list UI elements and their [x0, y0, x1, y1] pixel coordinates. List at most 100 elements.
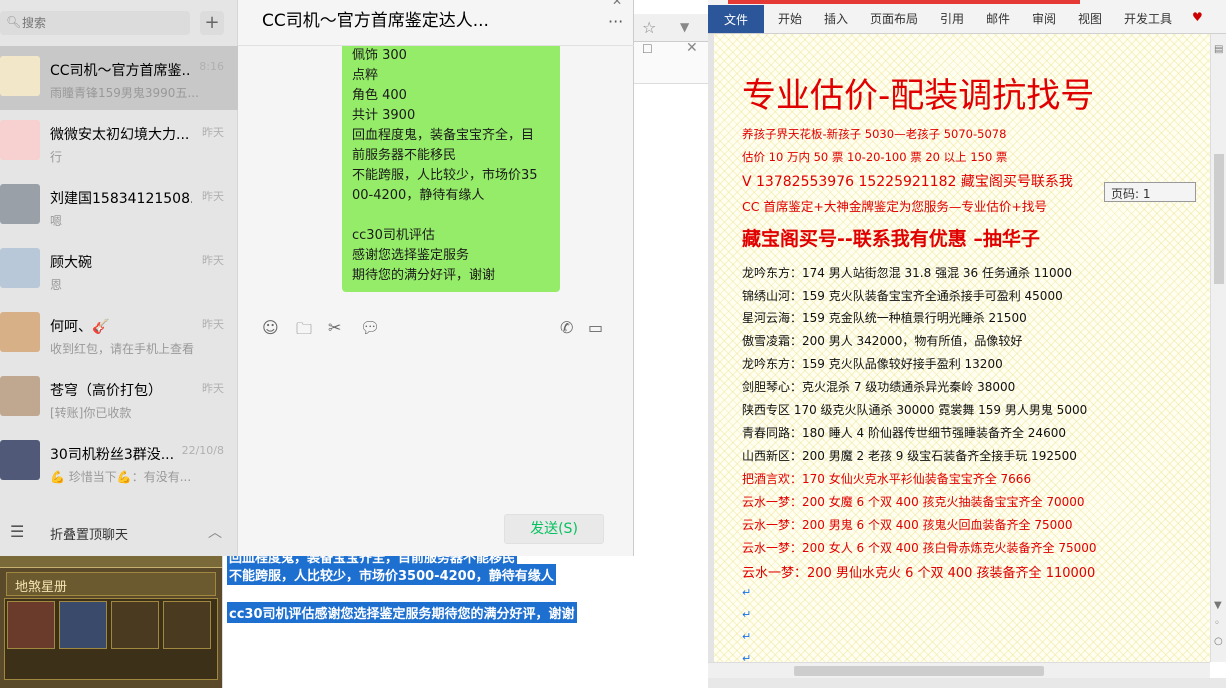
doc-line: 剑胆琴心：克火混杀 7 级功绩通杀异光秦岭 38000: [742, 380, 1016, 394]
horizontal-scrollbar[interactable]: [708, 662, 1210, 678]
conversation-item[interactable]: CC司机～官方首席鉴... 雨瞳青锋159男鬼3990五... 8:16: [0, 46, 238, 110]
conversation-item[interactable]: 顾大碗 恩 昨天: [0, 238, 238, 302]
tab-mailings[interactable]: 邮件: [986, 10, 1010, 27]
message-bubble[interactable]: 佩饰 300 点粹 角色 400 共计 3900 回血程度鬼，装备宝宝齐全，目 …: [342, 46, 560, 292]
avatar: [0, 56, 40, 96]
conversation-preview: 嗯: [50, 214, 63, 228]
phone-icon[interactable]: ✆: [560, 318, 573, 337]
conversation-name: 顾大碗: [50, 255, 92, 271]
message-line: 感谢您选择鉴定服务: [352, 248, 470, 263]
conversation-time: 8:16: [199, 60, 224, 73]
tab-developer[interactable]: 开发工具: [1124, 10, 1172, 27]
doc-line: 把酒言欢：170 女仙火克水平衫仙装备宝宝齐全 7666: [742, 472, 1032, 486]
doc-line: 锦绣山河：159 克火队装备宝宝齐全通杀接手可盈利 45000: [742, 289, 1063, 303]
doc-line: 陕西专区 170 级克火队通杀 30000 霓裳舞 159 男人男鬼 5000: [742, 403, 1088, 417]
conversation-item[interactable]: 30司机粉丝3群没... 💪 珍惜当下💪：有没有... 22/10/8: [0, 430, 238, 494]
avatar: [0, 440, 40, 480]
doc-line: 云水一梦：200 男仙水克火 6 个双 400 孩装备齐全 110000: [742, 566, 1096, 581]
tab-view[interactable]: 视图: [1078, 10, 1102, 27]
heart-icon[interactable]: ♥: [1192, 10, 1203, 24]
folder-icon[interactable]: 🗀: [296, 318, 312, 345]
message-line: 期待您的满分好评，谢谢: [352, 268, 496, 283]
conversation-time: 昨天: [202, 126, 224, 139]
scroll-thumb[interactable]: [794, 666, 1044, 676]
chat-icon[interactable]: 💬︎: [360, 318, 380, 337]
maximize-icon[interactable]: ☐: [642, 42, 653, 56]
close-icon[interactable]: ✕: [686, 40, 698, 56]
paragraph-mark: ↵: [742, 586, 752, 599]
message-line: 前服务器不能移民: [352, 148, 457, 163]
browse-object-icon[interactable]: ○: [1214, 636, 1223, 647]
star-icon[interactable]: ☆: [642, 18, 656, 37]
conversation-name: 苍穹（高价打包）: [50, 383, 162, 399]
game-slot-grid: [4, 598, 218, 680]
message-line: 角色 400: [352, 88, 407, 103]
chat-title: CC司机～官方首席鉴定达人...: [262, 11, 489, 31]
document-page[interactable]: 专业估价-配装调抗找号 养孩子界天花板-新孩子 5030—老孩子 5070-50…: [714, 34, 1210, 665]
background-game-panel: 地煞星册: [0, 540, 222, 688]
browser-titlebar: ☐ ✕: [634, 40, 708, 84]
doc-line: V 13782553976 15225921182 藏宝阁买号联系我: [742, 174, 1073, 190]
more-icon[interactable]: ···: [608, 12, 623, 31]
tab-page-layout[interactable]: 页面布局: [870, 10, 918, 27]
conversation-time: 昨天: [202, 254, 224, 267]
dropdown-icon[interactable]: ▼: [680, 20, 689, 34]
video-icon[interactable]: ▭: [588, 318, 603, 337]
doc-line: 云水一梦：200 男鬼 6 个双 400 孩鬼火回血装备齐全 75000: [742, 518, 1073, 532]
doc-line: 云水一梦：200 女人 6 个双 400 孩白骨赤炼克火装备齐全 75000: [742, 541, 1097, 555]
scroll-down-icon[interactable]: ▼: [1214, 600, 1222, 611]
conversation-item[interactable]: 微微安太初幻境大力... 行 昨天: [0, 110, 238, 174]
conversation-name: 何呵、🎸: [50, 319, 110, 335]
doc-line: 估价 10 万内 50 票 10-20-100 票 20 以上 150 票: [742, 150, 1008, 164]
conversation-item[interactable]: 苍穹（高价打包） [转账]你已收款 昨天: [0, 366, 238, 430]
conversation-preview: 行: [50, 150, 63, 164]
tab-file[interactable]: 文件: [708, 5, 765, 33]
conversation-item[interactable]: 何呵、🎸 收到红包，请在手机上查看 昨天: [0, 302, 238, 366]
search-input[interactable]: [22, 13, 182, 33]
doc-heading: 藏宝阁买号--联系我有优惠 –抽华子: [742, 228, 1040, 250]
prev-page-icon[interactable]: ◦: [1214, 618, 1220, 629]
close-icon[interactable]: ✕: [612, 0, 622, 8]
doc-line: 青春同路：180 睡人 4 阶仙器传世细节强睡装备齐全 24600: [742, 426, 1066, 440]
fold-label: 折叠置顶聊天: [50, 528, 129, 543]
vertical-scrollbar[interactable]: [1210, 34, 1226, 662]
avatar: [0, 120, 40, 160]
conversation-preview: 恩: [50, 278, 63, 292]
search-box[interactable]: 🔍︎: [0, 11, 190, 35]
paragraph-mark: ↵: [742, 630, 752, 643]
doc-line: 云水一梦：200 女魔 6 个双 400 孩克火抽装备宝宝齐全 70000: [742, 495, 1085, 509]
conversation-name: 微微安太初幻境大力...: [50, 127, 190, 143]
conversation-preview: 收到红包，请在手机上查看: [50, 342, 195, 356]
conversation-name: 刘建国1583412150​8...: [50, 191, 192, 207]
game-slot-1[interactable]: [7, 601, 55, 649]
tab-home[interactable]: 开始: [778, 10, 802, 27]
emoji-icon[interactable]: ☺: [262, 318, 279, 337]
tab-references[interactable]: 引用: [940, 10, 964, 27]
message-line: 佩饰 300: [352, 48, 407, 63]
conversation-time: 22/10/8: [181, 444, 224, 457]
conversation-name: CC司机～官方首席鉴...: [50, 63, 192, 79]
conversation-preview: 💪 珍惜当下💪：有没有...: [50, 470, 192, 484]
scroll-thumb[interactable]: [1214, 154, 1224, 284]
scissors-icon[interactable]: ✂: [328, 318, 341, 337]
conversation-item[interactable]: 刘建国1583412150​8... 嗯 昨天: [0, 174, 238, 238]
avatar: [0, 312, 40, 352]
game-slot-4[interactable]: [163, 601, 211, 649]
add-button[interactable]: +: [200, 11, 224, 35]
send-button[interactable]: 发送(S): [504, 514, 604, 544]
conversation-time: 昨天: [202, 190, 224, 203]
background-browser: ☆ ▼ ☐ ✕: [634, 0, 708, 540]
browser-toolbar: ☆ ▼: [634, 14, 708, 42]
avatar: [0, 184, 40, 224]
tab-review[interactable]: 审阅: [1032, 10, 1056, 27]
fold-pinned-chats[interactable]: ☰ 折叠置顶聊天 ︿: [0, 512, 238, 552]
selected-text-line: cc30司机评估感谢您选择鉴定服务期待您的满分好评，谢谢: [227, 602, 577, 623]
ruler-toggle-icon[interactable]: ▤: [1214, 44, 1223, 55]
doc-line: 龙吟东方：159 克火队品像较好接手盈利 13200: [742, 357, 1003, 371]
chevron-up-icon[interactable]: ︿: [208, 522, 222, 542]
game-slot-2[interactable]: [59, 601, 107, 649]
tab-insert[interactable]: 插入: [824, 10, 848, 27]
doc-line: 养孩子界天花板-新孩子 5030—老孩子 5070-5078: [742, 127, 1007, 141]
game-slot-3[interactable]: [111, 601, 159, 649]
title-accent-bar: [728, 0, 1080, 4]
